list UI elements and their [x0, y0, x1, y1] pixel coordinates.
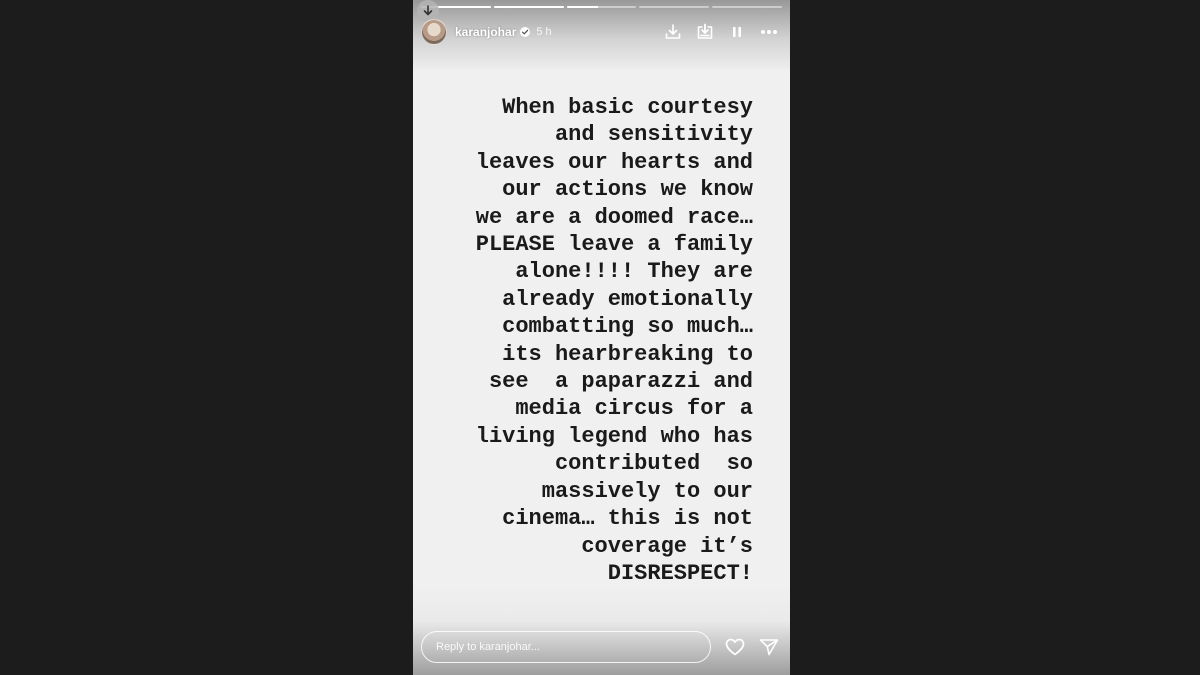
avatar[interactable]	[421, 19, 447, 45]
save-to-device-icon	[697, 23, 713, 39]
download-icon	[665, 24, 681, 39]
verified-badge-icon	[520, 27, 531, 37]
story-footer	[421, 630, 780, 664]
more-options-icon	[761, 30, 777, 34]
story-caption-text: When basic courtesy and sensitivity leav…	[475, 95, 753, 586]
header-actions	[662, 21, 780, 43]
heart-icon	[725, 638, 745, 656]
download-button[interactable]	[662, 21, 684, 43]
progress-segment	[639, 6, 710, 8]
progress-segment	[566, 6, 637, 8]
more-options-button[interactable]	[758, 21, 780, 43]
pause-button[interactable]	[726, 21, 748, 43]
username[interactable]: karanjohar	[455, 25, 516, 39]
viewer-backdrop: karanjohar 5 h When basic courtesy and s…	[0, 0, 1200, 675]
story-header: karanjohar 5 h	[421, 18, 780, 46]
footer-actions	[724, 636, 780, 658]
share-button[interactable]	[758, 636, 780, 658]
progress-fill	[566, 6, 598, 8]
save-to-device-button[interactable]	[694, 21, 716, 43]
arrow-down-icon	[423, 5, 433, 16]
story-card[interactable]: karanjohar 5 h When basic courtesy and s…	[413, 0, 790, 675]
send-icon	[759, 639, 779, 656]
pause-icon	[733, 27, 741, 37]
post-time: 5 h	[536, 26, 552, 38]
like-button[interactable]	[724, 636, 746, 658]
progress-segment	[493, 6, 564, 8]
story-progress-bar	[421, 6, 782, 8]
progress-segment	[712, 6, 782, 8]
progress-fill	[493, 6, 564, 8]
reply-input[interactable]	[421, 631, 711, 663]
